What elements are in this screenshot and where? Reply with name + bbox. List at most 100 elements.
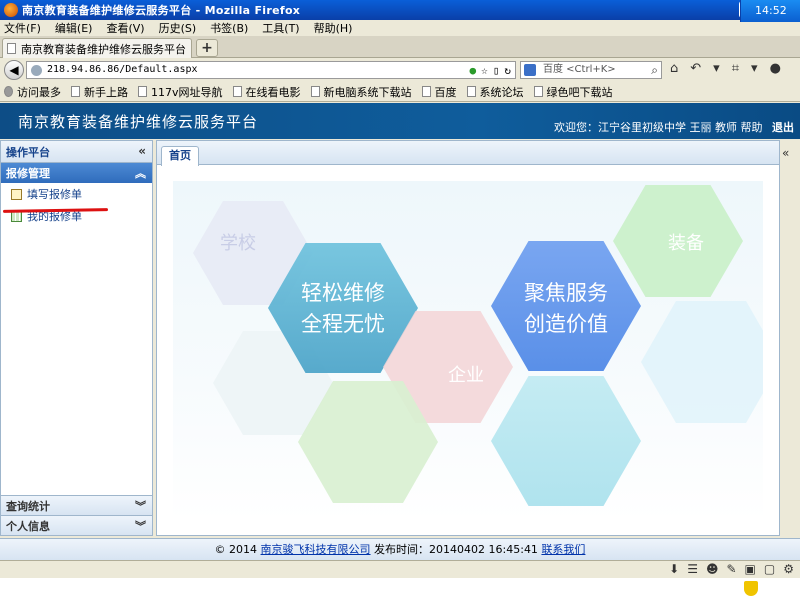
go-icon[interactable]: ● bbox=[470, 63, 477, 79]
search-placeholder: 百度 <Ctrl+K> bbox=[543, 64, 616, 75]
menu-bar: 文件(F) 编辑(E) 查看(V) 历史(S) 书签(B) 工具(T) 帮助(H… bbox=[0, 20, 800, 36]
new-tab-button[interactable]: + bbox=[196, 39, 218, 57]
bookmark-item[interactable]: 百度 bbox=[421, 84, 457, 100]
page-icon bbox=[310, 86, 320, 97]
bookmark-label: 百度 bbox=[434, 85, 457, 99]
bookmark-item[interactable]: 访问最多 bbox=[4, 84, 61, 100]
site-identity-icon[interactable] bbox=[31, 65, 42, 76]
window-icon[interactable]: ▢ bbox=[764, 562, 775, 576]
help-link[interactable]: 帮助 bbox=[741, 121, 763, 134]
menu-bookmarks[interactable]: 书签(B) bbox=[210, 20, 248, 36]
window-title: 南京教育装备维护维修云服务平台 - Mozilla Firefox bbox=[22, 4, 301, 17]
edit-form-icon bbox=[11, 188, 22, 200]
settings-icon[interactable]: ⚙ bbox=[783, 562, 794, 576]
browser-tab-label: 南京教育装备维护维修云服务平台 bbox=[21, 42, 186, 56]
sidebar-section-repair[interactable]: 报修管理 ︽ bbox=[1, 163, 152, 183]
search-engine-icon[interactable] bbox=[524, 64, 536, 76]
sidebar-header: 操作平台 « bbox=[1, 141, 152, 163]
bookmark-item[interactable]: 新手上路 bbox=[71, 84, 128, 100]
tray-clock: 14:52 bbox=[755, 4, 787, 17]
search-bar[interactable]: 百度 <Ctrl+K> ⌕ bbox=[520, 61, 662, 79]
bookmark-item[interactable]: 在线看电影 bbox=[232, 84, 301, 100]
collapse-right-icon[interactable]: « bbox=[782, 146, 789, 160]
sidebar-section-label: 查询统计 bbox=[6, 499, 50, 513]
tool-icon[interactable]: ✎ bbox=[726, 562, 736, 576]
dropdown-icon[interactable]: ▾ bbox=[713, 61, 720, 76]
menu-history[interactable]: 历史(S) bbox=[159, 20, 197, 36]
sidebar-item-label: 填写报修单 bbox=[27, 188, 82, 201]
system-tray: 14:52 bbox=[740, 0, 800, 22]
hex-text-school: 学校 bbox=[220, 233, 256, 254]
search-icon[interactable]: ⌕ bbox=[651, 62, 658, 78]
content-tabbar: 首页 bbox=[157, 141, 779, 166]
app-title: 南京教育装备维护维修云服务平台 bbox=[18, 113, 259, 131]
main-content: 首页 学校 装备 企业 轻松维修 全程无忧 聚焦服务 创造价值 bbox=[156, 140, 780, 536]
sidebar-header-label: 操作平台 bbox=[6, 145, 50, 159]
undo-icon[interactable]: ↶ bbox=[690, 61, 701, 76]
address-bar[interactable]: 218.94.86.86/Default.aspx ● ☆ ▯ ↻ bbox=[26, 61, 516, 79]
page-footer: © 2014 南京骏飞科技有限公司 发布时间：20140402 16:45:41… bbox=[0, 538, 800, 560]
release-time: 发布时间：20140402 16:45:41 bbox=[374, 543, 538, 556]
contact-link[interactable]: 联系我们 bbox=[541, 543, 585, 556]
crop-icon[interactable]: ⌗ bbox=[732, 61, 739, 76]
bookmark-label: 访问最多 bbox=[17, 85, 61, 99]
bookmark-item[interactable]: 系统论坛 bbox=[466, 84, 524, 100]
menu-view[interactable]: 查看(V) bbox=[106, 20, 144, 36]
refresh-icon[interactable]: ↻ bbox=[504, 63, 511, 79]
tab-home[interactable]: 首页 bbox=[161, 146, 199, 166]
home-icon[interactable]: ⌂ bbox=[670, 61, 678, 76]
page-icon bbox=[232, 86, 242, 97]
bookmark-item[interactable]: 117v网址导航 bbox=[138, 84, 223, 100]
mask-icon[interactable]: ☻ bbox=[706, 562, 719, 576]
bookmark-label: 在线看电影 bbox=[245, 85, 301, 99]
sidebar-section-query-stats[interactable]: 查询统计 ︾ bbox=[1, 495, 152, 515]
logout-link[interactable]: 退出 bbox=[772, 121, 794, 134]
hexagon-decor bbox=[641, 301, 763, 423]
copyright-text: © 2014 bbox=[214, 543, 258, 556]
browser-tab[interactable]: 南京教育装备维护维修云服务平台 bbox=[2, 38, 192, 58]
addon-icon[interactable]: ☰ bbox=[687, 562, 698, 576]
app-header: 南京教育装备维护维修云服务平台 欢迎您：江宁谷里初级中学 王丽 教师 帮助 退出 bbox=[0, 103, 800, 139]
menu-help[interactable]: 帮助(H) bbox=[314, 20, 353, 36]
sidebar-section-label: 个人信息 bbox=[6, 519, 50, 533]
download-icon[interactable]: ⬇ bbox=[669, 562, 679, 576]
menu-tools[interactable]: 工具(T) bbox=[262, 20, 299, 36]
page-icon bbox=[466, 86, 476, 97]
user-info: 欢迎您：江宁谷里初级中学 王丽 教师 帮助 退出 bbox=[554, 119, 794, 135]
bookmark-star-icon[interactable]: ☆ bbox=[481, 63, 488, 79]
window-icon[interactable]: ▣ bbox=[745, 562, 756, 576]
menu-edit[interactable]: 编辑(E) bbox=[55, 20, 93, 36]
security-shield-icon[interactable] bbox=[744, 581, 758, 596]
page-icon bbox=[533, 86, 543, 97]
page-icon bbox=[421, 86, 431, 97]
hex-text-equipment: 装备 bbox=[668, 233, 704, 254]
navigation-bar: ◀ 218.94.86.86/Default.aspx ● ☆ ▯ ↻ 百度 <… bbox=[0, 58, 800, 82]
company-link[interactable]: 南京骏飞科技有限公司 bbox=[261, 543, 371, 556]
window-titlebar: 南京教育装备维护维修云服务平台 - Mozilla Firefox _ □ × bbox=[0, 0, 800, 20]
gear-icon bbox=[4, 86, 13, 97]
bookmark-label: 绿色吧下载站 bbox=[546, 85, 613, 99]
chat-icon[interactable]: ● bbox=[770, 61, 781, 76]
page-icon bbox=[71, 86, 80, 97]
phone-icon[interactable]: ▯ bbox=[493, 63, 500, 79]
chevron-down-icon[interactable]: ︾ bbox=[135, 518, 146, 534]
sidebar-section-label: 报修管理 bbox=[6, 167, 50, 180]
welcome-text: 欢迎您：江宁谷里初级中学 王丽 教师 bbox=[554, 121, 737, 134]
menu-file[interactable]: 文件(F) bbox=[4, 20, 41, 36]
taskbar bbox=[0, 578, 800, 600]
address-url: 218.94.86.86/Default.aspx bbox=[47, 64, 198, 75]
slogan-right-line2: 创造价值 bbox=[524, 312, 608, 336]
bookmark-item[interactable]: 绿色吧下载站 bbox=[533, 84, 613, 100]
sidebar-item-fill-repair-form[interactable]: 填写报修单 bbox=[1, 183, 152, 205]
back-button[interactable]: ◀ bbox=[4, 60, 24, 80]
page-icon bbox=[138, 86, 147, 97]
collapse-left-icon[interactable]: « bbox=[138, 144, 146, 158]
dropdown-icon[interactable]: ▾ bbox=[751, 61, 758, 76]
chevron-down-icon[interactable]: ︾ bbox=[135, 498, 146, 514]
bookmark-label: 新电脑系统下载站 bbox=[323, 85, 412, 99]
chevron-up-icon[interactable]: ︽ bbox=[135, 165, 146, 181]
sidebar-section-personal-info[interactable]: 个人信息 ︾ bbox=[1, 515, 152, 535]
bookmark-item[interactable]: 新电脑系统下载站 bbox=[310, 84, 412, 100]
bookmark-label: 系统论坛 bbox=[479, 85, 524, 99]
sidebar: 操作平台 « 报修管理 ︽ 填写报修单 我的报修单 查询统计 ︾ 个人信息 ︾ bbox=[0, 140, 153, 536]
